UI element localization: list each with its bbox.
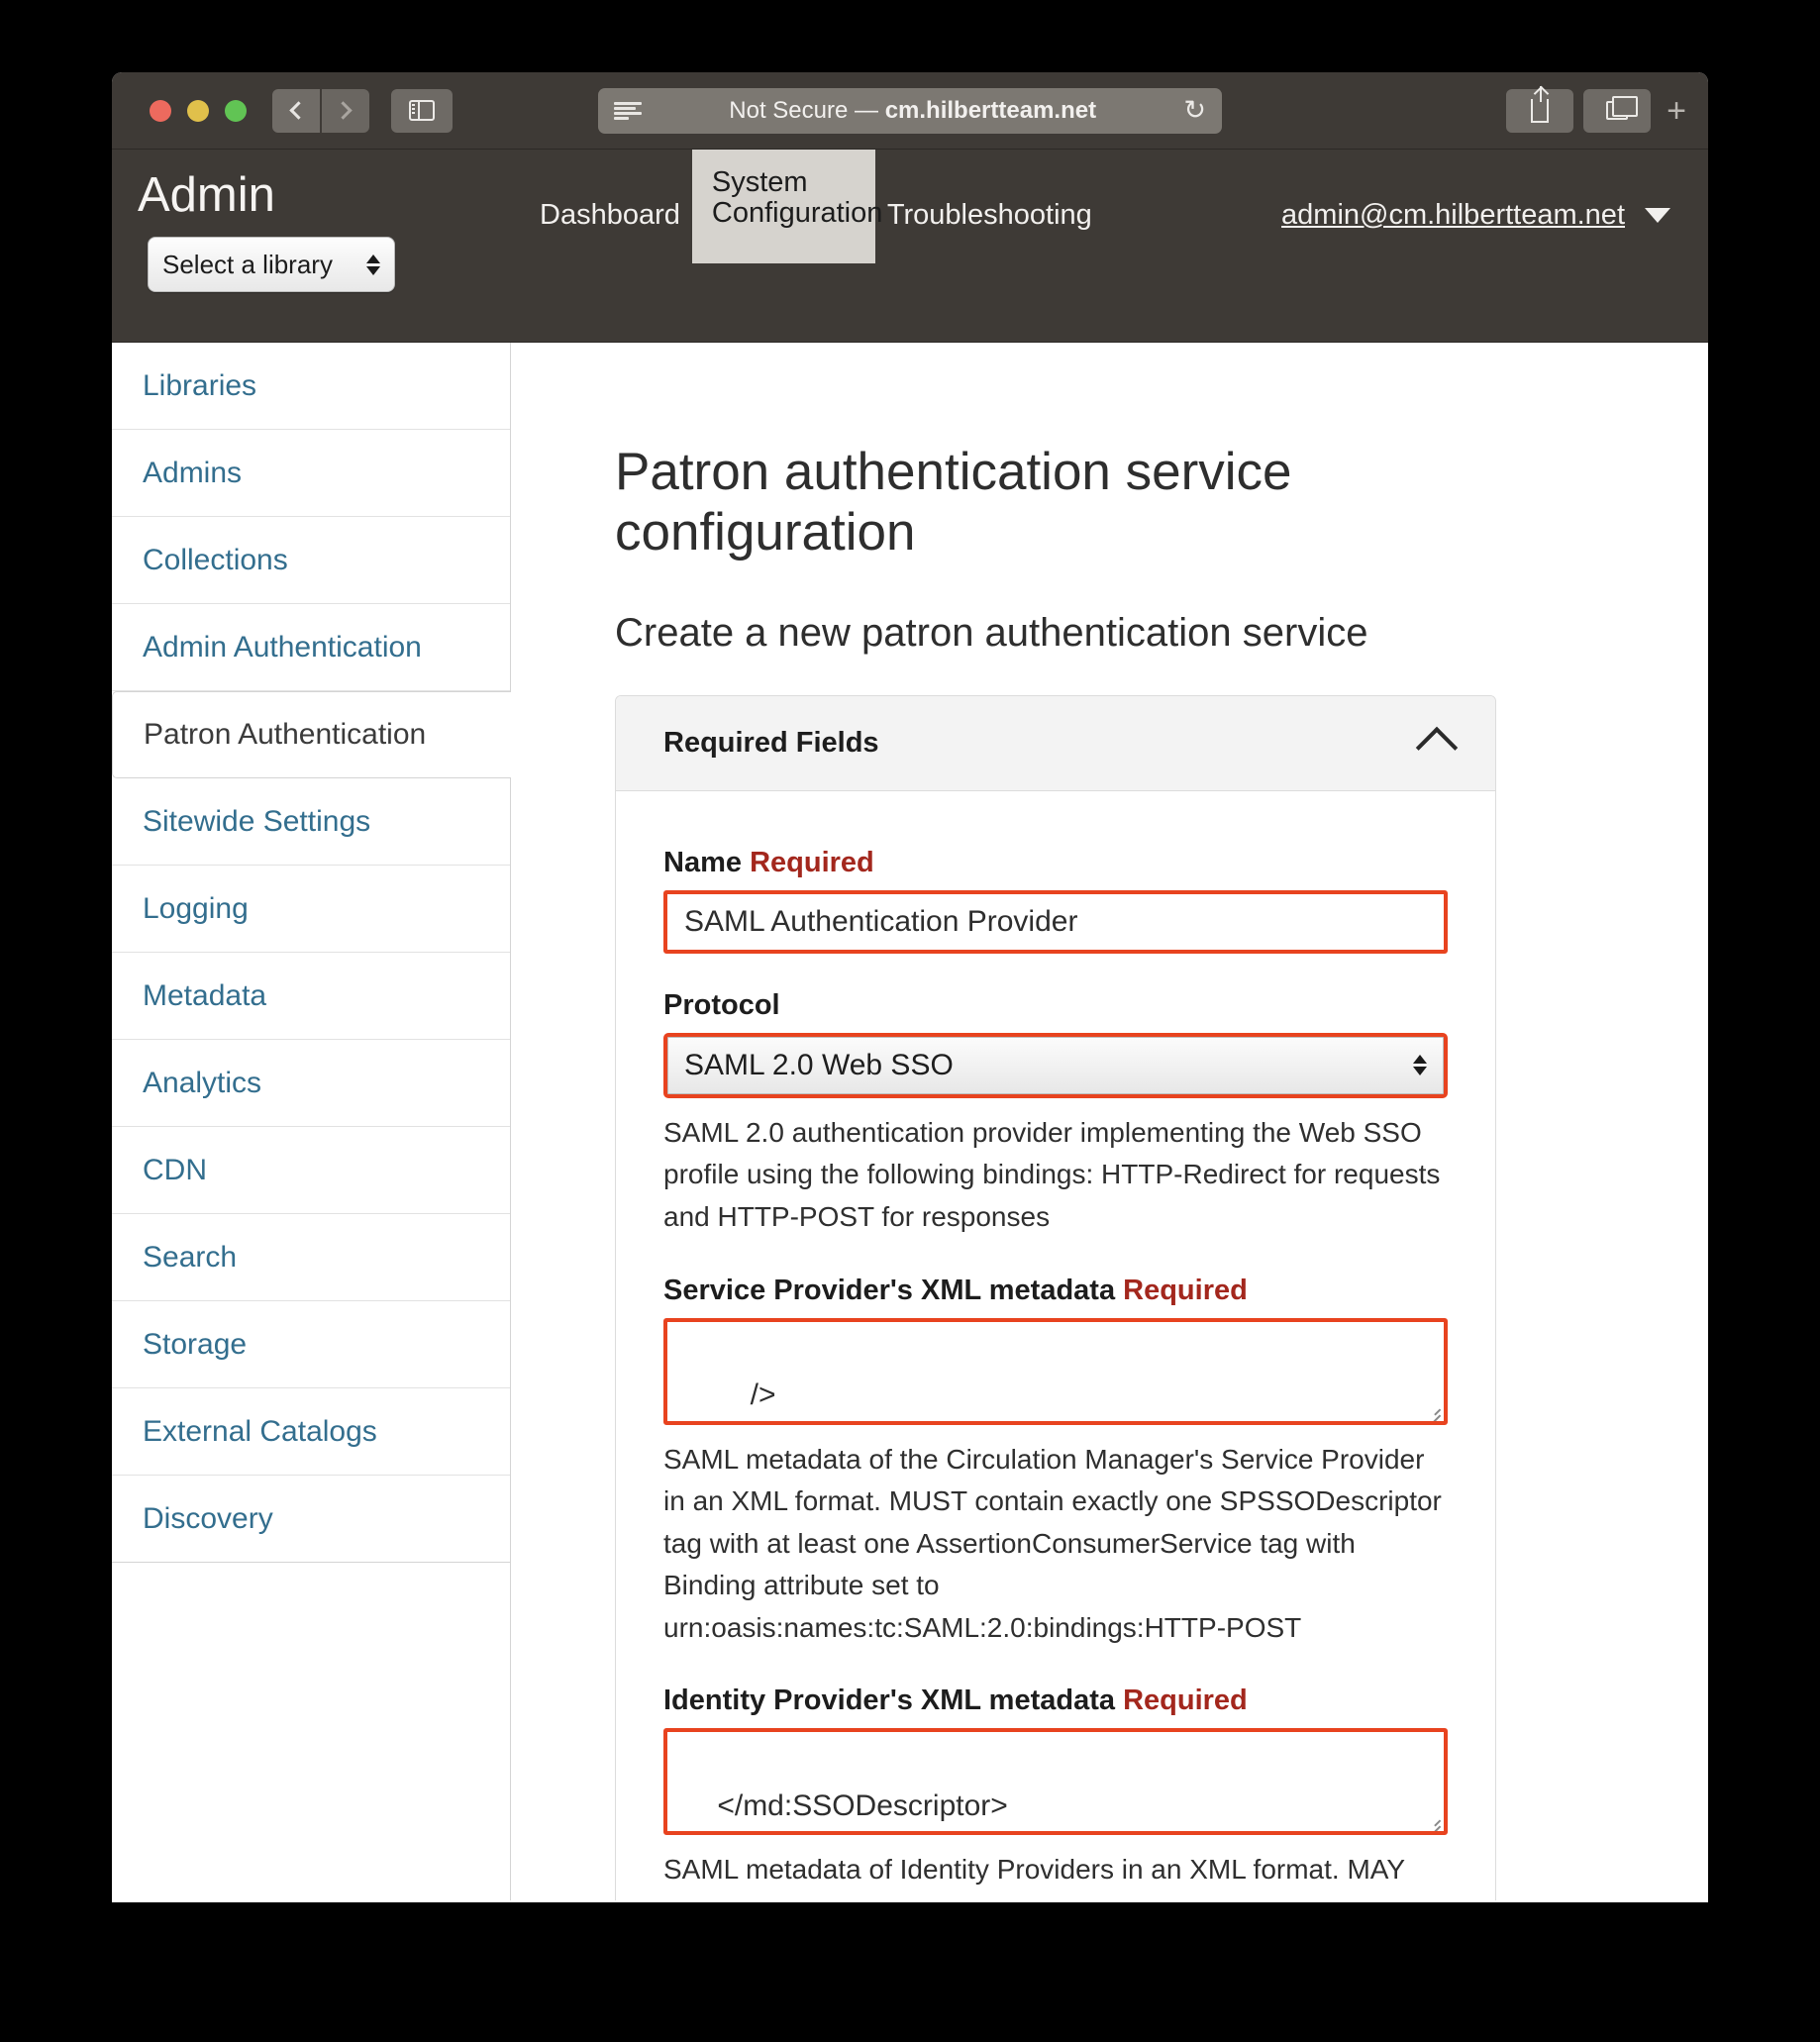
required-fields-panel: Required Fields Name Required SAML Authe… <box>615 694 1496 1900</box>
panel-heading: Required Fields <box>663 726 879 759</box>
chevron-down-icon[interactable] <box>1645 208 1670 223</box>
navigation-buttons <box>272 88 369 133</box>
name-input[interactable]: SAML Authentication Provider <box>663 889 1448 954</box>
nav-item-dashboard[interactable]: Dashboard <box>528 199 692 232</box>
sidebar-item-external-catalogs[interactable]: External Catalogs <box>112 1388 510 1476</box>
protocol-select[interactable]: SAML 2.0 Web SSO <box>663 1032 1448 1098</box>
sidebar-item-admin-authentication[interactable]: Admin Authentication <box>112 604 510 691</box>
forward-button[interactable] <box>322 88 369 133</box>
field-protocol-label: Protocol <box>663 988 780 1021</box>
sidebar-item-discovery[interactable]: Discovery <box>112 1476 510 1563</box>
library-select[interactable]: Select a library <box>148 237 395 292</box>
resize-handle-icon[interactable] <box>1425 1402 1441 1418</box>
reload-icon[interactable]: ↻ <box>1183 97 1206 124</box>
address-bar[interactable]: Not Secure — cm.hilbertteam.net ↻ <box>598 87 1222 134</box>
page-subtitle: Create a new patron authentication servi… <box>615 610 1368 655</box>
protocol-select-value: SAML 2.0 Web SSO <box>684 1048 954 1081</box>
reader-view-icon[interactable] <box>614 101 642 120</box>
sidebar-item-storage[interactable]: Storage <box>112 1301 510 1388</box>
protocol-help-text: SAML 2.0 authentication provider impleme… <box>663 1116 1441 1233</box>
sidebar-toggle-button[interactable] <box>391 88 453 133</box>
chevron-right-icon <box>334 101 353 120</box>
label-text: Name <box>663 846 742 878</box>
sidebar-item-search[interactable]: Search <box>112 1214 510 1301</box>
minimize-window-button[interactable] <box>187 99 209 122</box>
chevron-left-icon <box>289 101 308 120</box>
sp-metadata-help-text: SAML metadata of the Circulation Manager… <box>663 1443 1442 1643</box>
panel-body: Name Required SAML Authentication Provid… <box>616 791 1495 1900</box>
field-idp-metadata: Identity Provider's XML metadata Require… <box>663 1685 1448 1891</box>
show-tabs-button[interactable] <box>1583 88 1652 133</box>
new-tab-button[interactable]: + <box>1667 94 1686 128</box>
nav-item-troubleshooting[interactable]: Troubleshooting <box>875 199 1104 232</box>
app-body: Libraries Admins Collections Admin Authe… <box>112 343 1708 1900</box>
toolbar-right-group: + <box>1506 85 1686 133</box>
sidebar-item-logging[interactable]: Logging <box>112 866 510 953</box>
field-sp-metadata-label: Service Provider's XML metadata Required <box>663 1275 1448 1307</box>
sidebar-item-cdn[interactable]: CDN <box>112 1127 510 1214</box>
stepper-icon <box>366 254 380 275</box>
sidebar-item-patron-authentication[interactable]: Patron Authentication <box>112 691 511 778</box>
sp-metadata-value: /> </md:EntityDescriptor> <box>750 1378 776 1411</box>
idp-metadata-value: </md:SSODescriptor> </IDPSSODescriptor> … <box>717 1788 1008 1832</box>
label-text: Identity Provider's XML metadata <box>663 1685 1115 1717</box>
field-protocol: Protocol SAML 2.0 Web SSO SAML 2.0 authe… <box>663 989 1448 1239</box>
maximize-window-button[interactable] <box>225 99 247 122</box>
sidebar-item-libraries[interactable]: Libraries <box>112 343 510 430</box>
chevron-up-icon[interactable] <box>1415 727 1459 769</box>
account-email-link[interactable]: admin@cm.hilbertteam.net <box>1281 199 1625 232</box>
sidebar-item-collections[interactable]: Collections <box>112 517 510 604</box>
back-button[interactable] <box>272 88 320 133</box>
library-select-value: Select a library <box>162 249 333 279</box>
tabs-icon <box>1606 96 1639 120</box>
idp-metadata-textarea[interactable]: </md:SSODescriptor> </IDPSSODescriptor> … <box>663 1728 1448 1836</box>
field-idp-metadata-label: Identity Provider's XML metadata Require… <box>663 1685 1448 1717</box>
share-button[interactable] <box>1506 85 1574 133</box>
primary-nav: Dashboard System Configuration Troublesh… <box>528 150 1104 342</box>
main-content: Patron authentication service configurat… <box>511 343 1708 1900</box>
browser-toolbar: Not Secure — cm.hilbertteam.net ↻ + <box>112 72 1708 150</box>
url-domain: cm.hilbertteam.net <box>884 96 1097 124</box>
field-name-label: Name Required <box>663 847 1448 879</box>
sidebar-item-admins[interactable]: Admins <box>112 430 510 517</box>
app-navbar: Admin Select a library Dashboard System … <box>112 150 1708 343</box>
share-icon <box>1531 85 1550 123</box>
page-title: Patron authentication service configurat… <box>615 443 1292 562</box>
nav-item-system-configuration[interactable]: System Configuration <box>691 150 882 263</box>
close-window-button[interactable] <box>150 99 171 122</box>
resize-handle-icon[interactable] <box>1425 1812 1441 1828</box>
account-menu[interactable]: admin@cm.hilbertteam.net <box>1281 199 1670 232</box>
url-security-label: Not Secure — <box>729 96 885 124</box>
field-sp-metadata: Service Provider's XML metadata Required… <box>663 1275 1448 1650</box>
label-text: Service Provider's XML metadata <box>663 1274 1116 1306</box>
panel-header[interactable]: Required Fields <box>616 695 1495 791</box>
required-badge: Required <box>1123 1274 1248 1306</box>
required-badge: Required <box>1123 1685 1248 1717</box>
sidebar-item-sitewide-settings[interactable]: Sitewide Settings <box>112 778 510 866</box>
browser-window: Not Secure — cm.hilbertteam.net ↻ + Admi… <box>112 72 1708 1902</box>
idp-metadata-help-text: SAML metadata of Identity Providers in a… <box>663 1854 1406 1886</box>
stepper-icon <box>1413 1055 1427 1076</box>
required-badge: Required <box>750 846 874 878</box>
sidebar-icon <box>409 99 435 122</box>
field-name: Name Required SAML Authentication Provid… <box>663 847 1448 954</box>
sidebar-item-analytics[interactable]: Analytics <box>112 1040 510 1127</box>
app-title: Admin <box>138 168 275 222</box>
sp-metadata-textarea[interactable]: /> </md:EntityDescriptor> <box>663 1317 1448 1425</box>
settings-sidebar: Libraries Admins Collections Admin Authe… <box>112 343 511 1900</box>
url-text: Not Secure — cm.hilbertteam.net <box>642 97 1183 125</box>
sidebar-item-metadata[interactable]: Metadata <box>112 953 510 1040</box>
window-controls <box>150 99 247 122</box>
